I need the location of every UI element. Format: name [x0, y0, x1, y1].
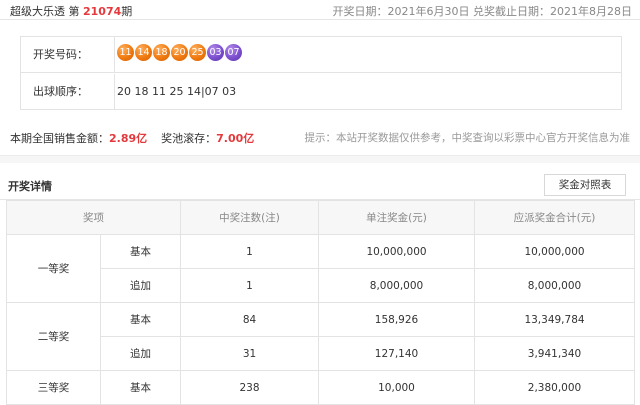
- winning-numbers-label: 开奖号码：: [21, 37, 115, 73]
- single-prize: 10,000: [318, 370, 475, 405]
- sales-label: 本期全国销售金额：: [10, 132, 109, 145]
- prize-table: 奖项 中奖注数(注) 单注奖金(元) 应派奖金合计(元) 一等奖 基本 1 10…: [6, 200, 635, 405]
- draw-date: 开奖日期：2021年6月30日: [332, 5, 470, 18]
- table-row: 一等奖 基本 1 10,000,000 10,000,000: [6, 234, 635, 303]
- date-info: 开奖日期：2021年6月30日 兑奖截止日期：2021年8月28日: [333, 3, 633, 19]
- blue-ball: 03: [207, 44, 224, 61]
- bet-type: 追加: [100, 268, 181, 303]
- pool-value: 7.00亿: [216, 132, 255, 145]
- header-prize: 奖项: [6, 200, 181, 235]
- blue-ball: 07: [225, 44, 242, 61]
- red-ball: 14: [135, 44, 152, 61]
- winner-count: 238: [180, 370, 319, 405]
- winning-numbers-row: 开奖号码： 11 14 18 20 25 03 07: [21, 37, 621, 73]
- details-title: 开奖详情: [8, 180, 52, 193]
- single-prize: 8,000,000: [318, 268, 475, 303]
- issue-number: 21074: [83, 5, 122, 18]
- draw-order-label: 出球顺序：: [21, 74, 115, 110]
- deadline-date: 兑奖截止日期：2021年8月28日: [473, 5, 632, 18]
- prize-name: 一等奖: [6, 234, 101, 303]
- single-prize: 10,000,000: [318, 234, 475, 269]
- table-row: 追加 31 127,140 3,941,340: [7, 336, 635, 371]
- bet-type: 基本: [100, 302, 181, 337]
- prize-table-button[interactable]: 奖金对照表: [544, 174, 626, 196]
- winner-count: 1: [180, 234, 319, 269]
- total-prize: 8,000,000: [474, 268, 635, 303]
- issue-suffix: 期: [121, 5, 133, 18]
- section-divider: [0, 155, 640, 163]
- bet-type: 基本: [100, 370, 181, 405]
- table-row: 追加 1 8,000,000 8,000,000: [7, 268, 635, 303]
- bet-type: 基本: [100, 234, 181, 269]
- header-count: 中奖注数(注): [180, 200, 319, 235]
- winner-count: 1: [180, 268, 319, 303]
- red-ball: 18: [153, 44, 170, 61]
- draw-info-box: 开奖号码： 11 14 18 20 25 03 07 出球顺序： 20 18 11 25 1…: [20, 36, 622, 110]
- red-ball: 25: [189, 44, 206, 61]
- sales-summary: 本期全国销售金额：2.89亿 奖池滚存：7.00亿: [10, 130, 254, 146]
- red-ball: 11: [117, 44, 134, 61]
- prize-name: 三等奖: [6, 370, 101, 405]
- header-single: 单注奖金(元): [318, 200, 475, 235]
- issue-heading: 超级大乐透 第 21074期: [10, 3, 132, 19]
- draw-order-value: 20 18 11 25 14|07 03: [117, 85, 237, 98]
- lottery-name: 超级大乐透: [10, 5, 65, 18]
- details-header: 开奖详情 奖金对照表: [0, 170, 640, 200]
- disclaimer-notice: 提示：本站开奖数据仅供参考，中奖查询以彩票中心官方开奖信息为准: [304, 132, 631, 144]
- single-prize: 158,926: [318, 302, 475, 337]
- winner-count: 84: [180, 302, 319, 337]
- table-row: 三等奖 基本 238 10,000 2,380,000: [6, 370, 635, 405]
- total-prize: 2,380,000: [474, 370, 635, 405]
- header-total: 应派奖金合计(元): [474, 200, 635, 235]
- pool-label: 奖池滚存：: [161, 132, 217, 145]
- winner-count: 31: [180, 336, 319, 371]
- prize-table-header: 奖项 中奖注数(注) 单注奖金(元) 应派奖金合计(元): [6, 200, 635, 235]
- bet-type: 追加: [100, 336, 181, 371]
- issue-prefix: 第: [68, 5, 80, 18]
- prize-name: 二等奖: [6, 302, 101, 371]
- ball-list: 11 14 18 20 25 03 07: [117, 44, 243, 66]
- sales-value: 2.89亿: [109, 132, 148, 145]
- sales-line: 本期全国销售金额：2.89亿 奖池滚存：7.00亿 提示：本站开奖数据仅供参考，…: [10, 130, 630, 146]
- total-prize: 10,000,000: [474, 234, 635, 269]
- single-prize: 127,140: [318, 336, 475, 371]
- table-row: 二等奖 基本 84 158,926 13,349,784: [6, 302, 635, 371]
- total-prize: 3,941,340: [474, 336, 635, 371]
- top-bar: 超级大乐透 第 21074期 开奖日期：2021年6月30日 兑奖截止日期：20…: [0, 0, 640, 20]
- draw-order-row: 出球顺序： 20 18 11 25 14|07 03: [21, 74, 621, 110]
- total-prize: 13,349,784: [474, 302, 635, 337]
- red-ball: 20: [171, 44, 188, 61]
